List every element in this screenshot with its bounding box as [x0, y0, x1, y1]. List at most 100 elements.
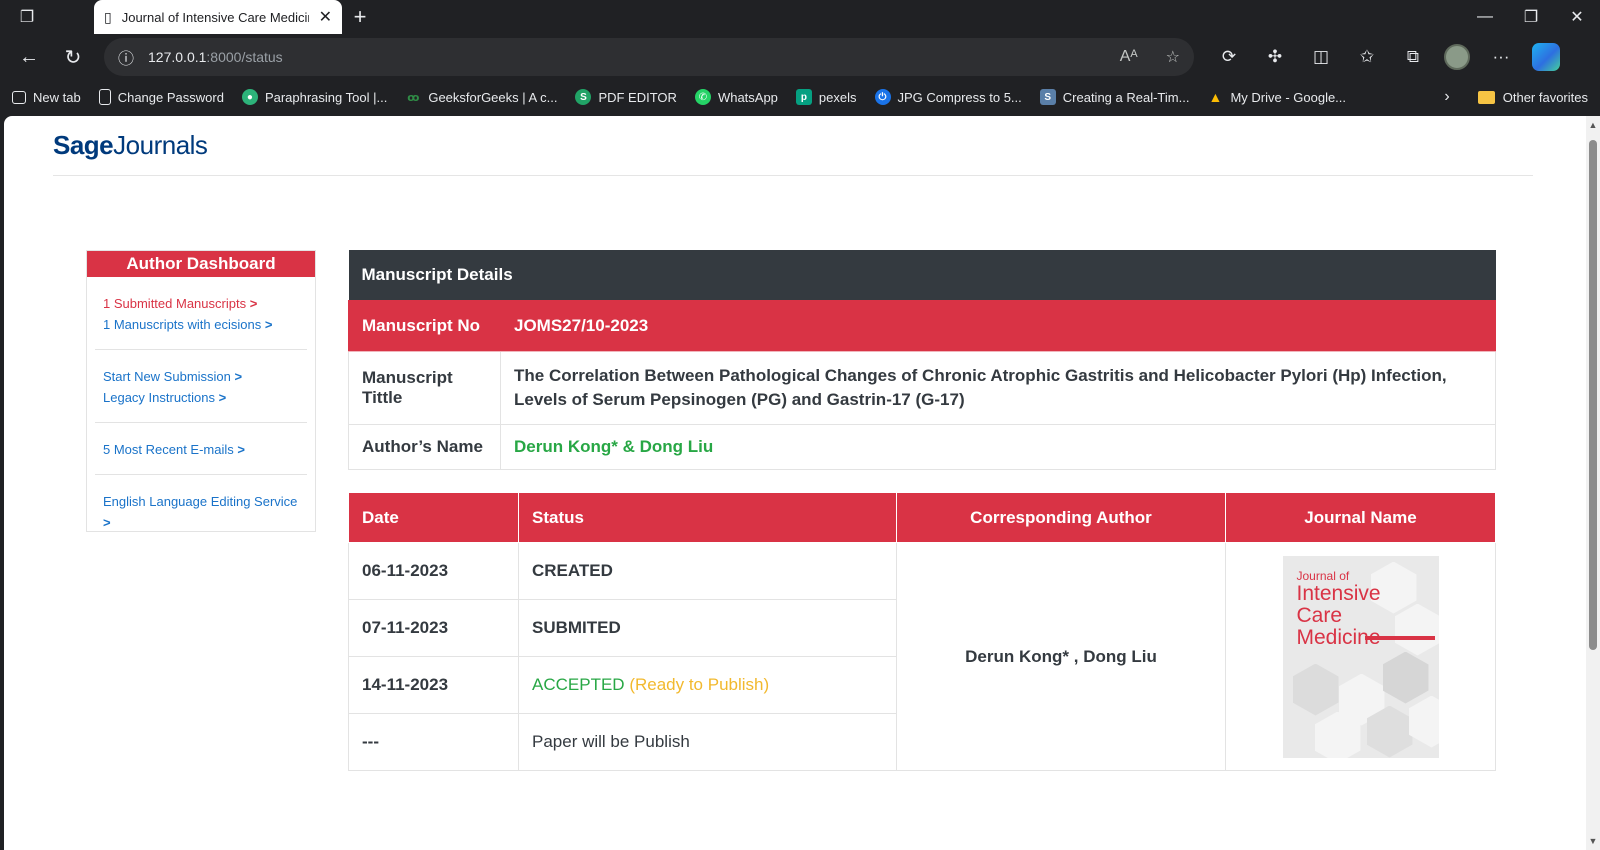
close-tab-icon[interactable]: ✕ — [319, 7, 332, 27]
dashboard-title: Author Dashboard — [87, 251, 315, 277]
hex-shape — [1408, 695, 1439, 748]
status-value: SUBMITED — [518, 599, 897, 657]
split-screen-icon[interactable]: ◫ — [1306, 42, 1336, 72]
power-icon: ⏻ — [874, 89, 891, 105]
column-corresponding-author: Corresponding Author — [896, 492, 1226, 543]
bookmark-paraphrasing-tool[interactable]: ● Paraphrasing Tool |... — [241, 89, 387, 105]
status-accepted: ACCEPTED — [532, 675, 625, 694]
link-label: Start New Submission — [103, 369, 231, 384]
more-menu-icon[interactable]: ··· — [1486, 42, 1516, 72]
page-icon: ▯ — [104, 8, 112, 25]
start-new-submission-link[interactable]: Start New Submission > — [103, 366, 299, 387]
chevron-right-icon[interactable]: › — [1444, 88, 1449, 106]
bookmark-new-tab[interactable]: New tab — [12, 90, 81, 105]
arrow-icon: > — [103, 515, 111, 530]
bookmark-whatsapp[interactable]: ✆ WhatsApp — [694, 89, 778, 105]
author-name-label: Author’s Name — [348, 423, 501, 470]
scroll-up-icon[interactable]: ▲ — [1588, 120, 1598, 130]
status-date: 07-11-2023 — [348, 599, 519, 657]
manuscript-no-label: Manuscript No — [348, 299, 501, 352]
pdf-editor-icon: S — [575, 89, 592, 105]
submitted-manuscripts-link[interactable]: 1 Submitted Manuscripts > — [103, 293, 299, 314]
link-label: 1 Submitted Manuscripts — [103, 296, 247, 311]
browser-toolbar: ⟳ ✣ ◫ ✩ ⧉ ··· — [1214, 42, 1560, 72]
language-editing-link[interactable]: English Language Editing Service > — [103, 491, 299, 533]
browser-window: ❐ ▯ Journal of Intensive Care Medicine ✕… — [0, 0, 1600, 850]
browser-tab-active[interactable]: ▯ Journal of Intensive Care Medicine ✕ — [94, 0, 342, 34]
bookmark-jpg-compress[interactable]: ⏻ JPG Compress to 5... — [874, 89, 1022, 105]
scroll-thumb[interactable] — [1589, 140, 1597, 650]
back-button[interactable]: ← — [10, 38, 48, 76]
url-field[interactable]: ⓘ 127.0.0.1:8000/status Aᴬ ☆ — [104, 38, 1194, 76]
cover-line: Intensive — [1296, 581, 1381, 605]
bookmark-label: JPG Compress to 5... — [897, 89, 1022, 105]
recent-emails-link[interactable]: 5 Most Recent E-mails > — [103, 439, 299, 460]
bookmark-creating-real-time[interactable]: S Creating a Real-Tim... — [1039, 89, 1190, 105]
journal-cover-image: Journal of Intensive Care Medicine — [1282, 555, 1439, 758]
cover-line: Care — [1296, 603, 1343, 627]
manuscripts-with-decisions-link[interactable]: 1 Manuscripts with ecisions > — [103, 314, 299, 335]
robot-icon: ● — [241, 89, 258, 105]
corresponding-author: Derun Kong* , Dong Liu — [896, 542, 1226, 771]
url-text: 127.0.0.1:8000/status — [148, 49, 1092, 65]
refresh-button[interactable]: ↻ — [54, 38, 92, 76]
legacy-instructions-link[interactable]: Legacy Instructions > — [103, 387, 299, 408]
hex-shape — [1292, 663, 1339, 716]
arrow-icon: > — [237, 442, 245, 457]
link-label: 1 Manuscripts with ecisions — [103, 317, 262, 332]
bookmark-label: PDF EDITOR — [598, 89, 677, 105]
bookmark-my-drive[interactable]: ▲ My Drive - Google... — [1207, 89, 1347, 105]
profile-avatar[interactable] — [1444, 44, 1470, 70]
sage-journals-logo[interactable]: SageJournals — [53, 130, 1533, 161]
other-favorites[interactable]: Other favorites — [1477, 89, 1588, 105]
calendar-icon — [12, 90, 26, 104]
folder-icon — [1477, 90, 1495, 104]
minimize-button[interactable]: — — [1462, 0, 1508, 34]
sync-icon[interactable]: ⟳ — [1214, 42, 1244, 72]
collections-icon[interactable]: ⧉ — [1398, 42, 1428, 72]
status-date: 06-11-2023 — [348, 542, 519, 600]
status-value: Paper will be Publish — [518, 713, 897, 771]
copilot-icon[interactable] — [1532, 43, 1560, 71]
details-header: Manuscript Details — [348, 250, 1496, 300]
bookmark-label: My Drive - Google... — [1230, 89, 1347, 105]
read-aloud-icon[interactable]: Aᴬ — [1120, 48, 1138, 66]
arrow-icon: > — [234, 369, 243, 384]
other-favorites-label: Other favorites — [1502, 89, 1588, 105]
favorites-icon[interactable]: ✩ — [1352, 42, 1382, 72]
site-info-icon[interactable]: ⓘ — [118, 45, 134, 69]
logo-rest: Journals — [113, 130, 208, 160]
sidebar-group-services: English Language Editing Service > — [95, 475, 307, 547]
manuscript-title-row: Manuscript Tittle The Correlation Betwee… — [348, 350, 1496, 425]
manuscript-no-row: Manuscript No JOMS27/10-2023 — [348, 299, 1496, 352]
page-icon — [98, 89, 111, 105]
bookmark-geeksforgeeks[interactable]: ꝏ GeeksforGeeks | A c... — [405, 89, 557, 105]
bookmark-pexels[interactable]: p pexels — [795, 89, 857, 105]
bookmark-change-password[interactable]: Change Password — [98, 89, 224, 105]
bookmark-pdf-editor[interactable]: S PDF EDITOR — [575, 89, 677, 105]
arrow-icon: > — [264, 317, 273, 332]
scroll-down-icon[interactable]: ▼ — [1588, 836, 1598, 846]
workspaces-icon[interactable]: ❐ — [0, 0, 54, 34]
logo-bold: Sage — [53, 130, 114, 160]
bookmark-label: Change Password — [117, 89, 224, 105]
favorite-star-icon[interactable]: ☆ — [1166, 47, 1180, 67]
author-dashboard: Author Dashboard 1 Submitted Manuscripts… — [86, 250, 316, 532]
page-scrollbar[interactable]: ▲ ▼ — [1586, 116, 1600, 850]
new-tab-button[interactable]: + — [342, 0, 378, 34]
google-drive-icon: ▲ — [1208, 89, 1223, 105]
close-window-button[interactable]: ✕ — [1554, 0, 1600, 34]
bookmark-label: Creating a Real-Tim... — [1062, 89, 1190, 105]
gfg-icon: ꝏ — [407, 91, 420, 104]
extensions-icon[interactable]: ✣ — [1260, 42, 1290, 72]
manuscript-details-table: Manuscript Details Manuscript No JOMS27/… — [348, 250, 1496, 470]
window-controls: — ❐ ✕ — [1462, 0, 1600, 34]
bookmark-label: WhatsApp — [717, 89, 778, 105]
restore-button[interactable]: ❐ — [1508, 0, 1554, 34]
link-label: English Language Editing Service — [103, 494, 298, 509]
manuscript-title-value: The Correlation Between Pathological Cha… — [500, 350, 1496, 425]
arrow-icon: > — [249, 296, 258, 311]
status-note: (Ready to Publish) — [629, 675, 770, 694]
manuscript-no-value: JOMS27/10-2023 — [500, 299, 1496, 352]
bookmark-label: New tab — [33, 89, 81, 105]
